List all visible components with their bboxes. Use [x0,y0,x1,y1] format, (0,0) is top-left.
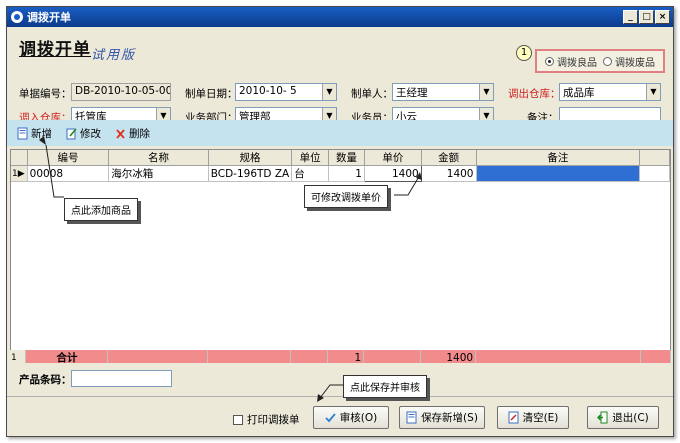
total-label: 合计 [25,350,109,363]
check-icon [325,413,336,423]
delete-icon [116,128,125,139]
save-icon [406,411,417,424]
table-header: 编号 名称 规格 单位 数量 单价 金额 备注 [11,150,670,166]
total-amount: 1400 [420,350,477,363]
col-code[interactable]: 编号 [27,150,110,166]
total-qty: 1 [327,350,365,363]
barcode-label: 产品条码： [19,374,72,386]
page-title: 调拨开单 [19,40,91,60]
window-title: 调拨开单 [27,11,71,24]
goods-type-radio-group: 调拨良品 调拨废品 [535,49,665,73]
grid-toolbar: 新增 修改 删除 [7,120,673,146]
new-button[interactable]: 新增 [17,126,52,141]
chevron-down-icon[interactable]: ▼ [322,84,336,100]
maximize-button[interactable]: □ [639,10,654,24]
delete-button[interactable]: 删除 [115,126,150,141]
callout-add-product: 点此添加商品 [64,198,138,221]
cell-price[interactable]: 1400 [363,165,422,182]
title-bar: 调拨开单 _ □ × [7,7,673,27]
doc-no-label: 单据编号： [19,88,72,100]
app-icon [11,11,23,23]
chevron-down-icon[interactable]: ▼ [646,84,660,100]
clear-button[interactable]: 清空(E) [497,406,569,429]
col-qty[interactable]: 数量 [328,150,365,166]
col-blank [639,150,670,166]
radio-waste-goods[interactable]: 调拨废品 [603,54,655,69]
doc-no-field: DB-2010-10-05-0001 [71,83,171,101]
col-name[interactable]: 名称 [108,150,209,166]
bottom-bar: 打印调拨单 审核(O) 保存新增(S) 清空(E) 退出(C) [7,396,673,436]
col-price[interactable]: 单价 [364,150,422,166]
date-label: 制单日期： [185,88,238,100]
save-new-button[interactable]: 保存新增(S) [399,406,485,429]
maker-label: 制单人： [351,88,393,100]
edit-icon [66,127,77,139]
date-picker[interactable]: 2010-10- 5 ▼ [235,83,337,101]
step-badge: 1 [516,45,532,61]
maker-select[interactable]: 王经理 ▼ [392,83,494,101]
out-warehouse-select[interactable]: 成品库 ▼ [559,83,661,101]
callout-edit-price: 可修改调拨单价 [304,185,388,208]
print-checkbox[interactable]: 打印调拨单 [233,412,300,427]
cell-blank [639,165,670,182]
callout-save-audit: 点此保存并审核 [343,375,427,398]
total-row-index: 1 [10,350,27,363]
col-amount[interactable]: 金额 [421,150,477,166]
audit-button[interactable]: 审核(O) [313,406,389,429]
checkbox-icon[interactable] [233,414,243,425]
minimize-button[interactable]: _ [623,10,638,24]
row-header-corner [11,150,28,166]
cell-unit[interactable]: 台 [291,165,330,182]
col-unit[interactable]: 单位 [291,150,330,166]
items-grid[interactable]: 编号 名称 规格 单位 数量 单价 金额 备注 1▶ 00008 海尔冰箱 BC… [10,149,671,361]
header: 调拨开单 试用版 1 调拨良品 调拨废品 [7,27,673,79]
row-indicator: 1▶ [11,165,28,182]
exit-button[interactable]: 退出(C) [587,406,659,429]
transfer-order-window: 调拨开单 _ □ × 调拨开单 试用版 1 调拨良品 调拨废品 单据编号： DB… [6,6,674,437]
clear-icon [508,411,519,424]
total-row: 1 合计 1 1400 [10,350,671,363]
col-spec[interactable]: 规格 [208,150,293,166]
total-row-container: 1 合计 1 1400 [10,350,671,363]
cell-code[interactable]: 00008 [27,165,110,182]
close-button[interactable]: × [655,10,670,24]
radio-checked-icon [545,56,554,66]
edit-button[interactable]: 修改 [66,126,101,141]
out-warehouse-label: 调出仓库： [508,88,561,100]
chevron-down-icon[interactable]: ▼ [479,84,493,100]
exit-icon [597,411,608,424]
trial-label: 试用版 [91,48,137,63]
cell-qty[interactable]: 1 [328,165,365,182]
col-note[interactable]: 备注 [476,150,641,166]
cell-note[interactable] [476,165,641,182]
barcode-input[interactable] [71,370,172,387]
cell-spec[interactable]: BCD-196TD ZA [208,165,293,182]
new-doc-icon [17,127,28,139]
radio-good-goods[interactable]: 调拨良品 [545,54,597,69]
cell-name[interactable]: 海尔冰箱 [108,165,209,182]
table-row[interactable]: 1▶ 00008 海尔冰箱 BCD-196TD ZA 台 1 1400 1400 [11,165,670,182]
cell-amount: 1400 [421,165,477,182]
radio-unchecked-icon [603,56,612,66]
